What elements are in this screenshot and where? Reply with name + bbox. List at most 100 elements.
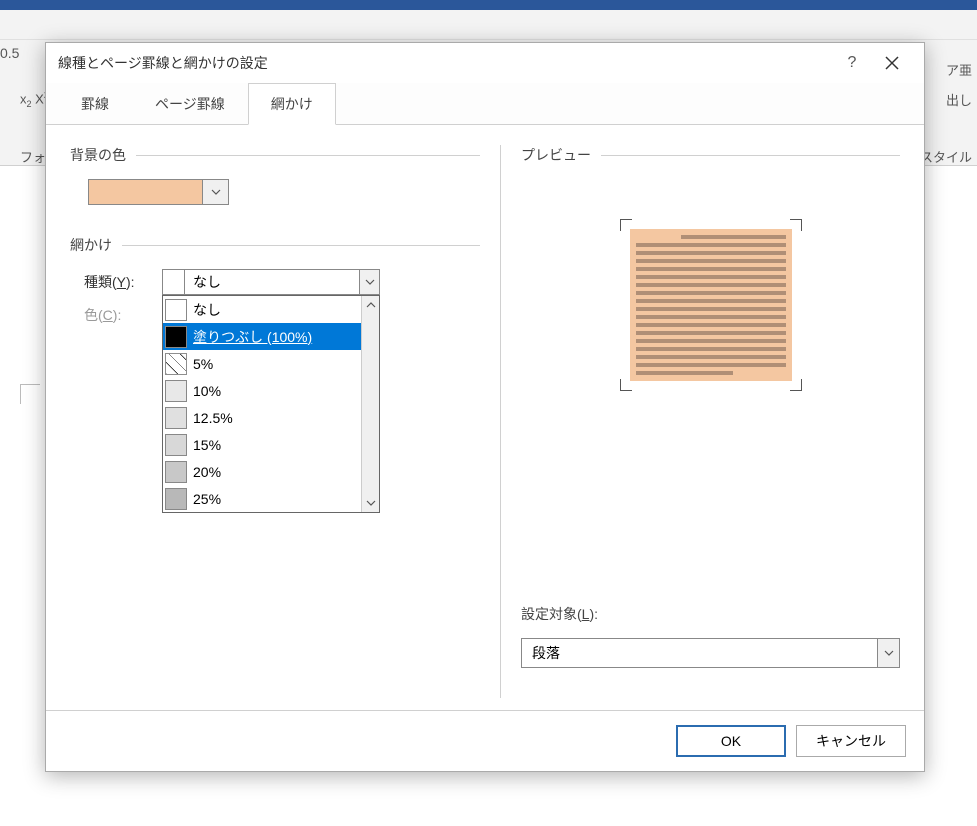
left-panel: 背景の色 網かけ 種類(Y): なし — [70, 145, 500, 698]
preview-line — [636, 355, 786, 359]
chevron-up-icon — [366, 302, 376, 308]
pattern-swatch-solid — [165, 326, 187, 348]
bg-color-row — [88, 179, 480, 205]
pattern-swatch-none — [165, 299, 187, 321]
apply-combo-value: 段落 — [522, 639, 877, 667]
preview-line — [636, 323, 786, 327]
type-combo-dropdown-button[interactable] — [359, 270, 379, 294]
preview-line — [636, 363, 786, 367]
preview-line — [681, 235, 786, 239]
dialog-titlebar: 線種とページ罫線と網かけの設定 ? — [46, 43, 924, 83]
preview-line — [636, 315, 786, 319]
preview-crop-mark — [790, 219, 802, 231]
cancel-button[interactable]: キャンセル — [796, 725, 906, 757]
list-item-label: 塗りつぶし (100%) — [193, 327, 312, 347]
help-button[interactable]: ? — [832, 43, 872, 83]
preview-line — [636, 371, 734, 375]
right-panel: プレビュー — [500, 145, 900, 698]
pattern-swatch-10 — [165, 380, 187, 402]
list-item-label: なし — [193, 300, 221, 320]
preview-line — [636, 299, 786, 303]
apply-section: 設定対象(L): 段落 — [521, 604, 900, 668]
preview-line — [636, 291, 786, 295]
type-combo-value: なし — [185, 270, 359, 294]
tab-borders[interactable]: 罫線 — [58, 83, 132, 125]
bg-color-swatch[interactable] — [88, 179, 203, 205]
preview-section-title: プレビュー — [521, 145, 900, 165]
close-icon — [885, 56, 899, 70]
preview-crop-mark — [620, 379, 632, 391]
dialog-tabs: 罫線 ページ罫線 網かけ — [46, 83, 924, 125]
pattern-swatch-15 — [165, 434, 187, 456]
scroll-up-button[interactable] — [362, 296, 380, 314]
preview-line — [636, 331, 786, 335]
preview-line — [636, 307, 786, 311]
list-item-label: 5% — [193, 356, 213, 372]
borders-shading-dialog: 線種とページ罫線と網かけの設定 ? 罫線 ページ罫線 網かけ 背景の色 網かけ — [45, 42, 925, 772]
preview-line — [636, 347, 786, 351]
dialog-body: 背景の色 網かけ 種類(Y): なし — [46, 125, 924, 710]
dialog-footer: OK キャンセル — [46, 710, 924, 771]
list-item[interactable]: 12.5% — [163, 404, 361, 431]
apply-label: 設定対象(L): — [521, 604, 900, 624]
pattern-swatch-125 — [165, 407, 187, 429]
type-row: 種類(Y): なし なし — [84, 269, 480, 295]
pattern-swatch-20 — [165, 461, 187, 483]
preview-crop-mark — [790, 379, 802, 391]
preview-label: プレビュー — [521, 145, 591, 165]
type-combo[interactable]: なし なし — [162, 269, 380, 295]
close-button[interactable] — [872, 43, 912, 83]
apply-combo[interactable]: 段落 — [521, 638, 900, 668]
tab-page-borders[interactable]: ページ罫線 — [132, 83, 248, 125]
preview-line — [636, 339, 786, 343]
chevron-down-icon — [365, 279, 375, 285]
list-item[interactable]: 15% — [163, 431, 361, 458]
scroll-track[interactable] — [362, 314, 379, 494]
pattern-swatch-5 — [165, 353, 187, 375]
preview-line — [636, 267, 786, 271]
ok-button[interactable]: OK — [676, 725, 786, 757]
font-size-fragment: 0.5 — [0, 45, 19, 61]
bg-color-dropdown-button[interactable] — [203, 179, 229, 205]
tab-shading[interactable]: 網かけ — [248, 83, 336, 125]
scroll-down-button[interactable] — [362, 494, 380, 512]
preview-line — [636, 275, 786, 279]
shading-label: 網かけ — [70, 235, 112, 255]
preview-text-lines — [636, 235, 786, 375]
list-item[interactable]: 5% — [163, 350, 361, 377]
preview-box — [630, 229, 792, 381]
type-combo-swatch — [163, 270, 185, 294]
list-item[interactable]: 10% — [163, 377, 361, 404]
list-item-label: 15% — [193, 437, 221, 453]
chevron-down-icon — [211, 189, 221, 195]
shading-section-title: 網かけ — [70, 235, 480, 255]
type-dropdown-list: なし 塗りつぶし (100%) 5% — [162, 295, 380, 513]
dropdown-scrollbar[interactable] — [361, 296, 379, 512]
preview-line — [636, 251, 786, 255]
apply-combo-dropdown-button[interactable] — [877, 639, 899, 667]
chevron-down-icon — [884, 650, 894, 656]
bg-color-label: 背景の色 — [70, 145, 126, 165]
bg-clear: ア亜 — [946, 60, 972, 79]
type-label: 種類(Y): — [84, 272, 162, 292]
dialog-title: 線種とページ罫線と網かけの設定 — [58, 53, 832, 73]
preview-line — [636, 259, 786, 263]
bg-style: スタイル — [920, 147, 972, 166]
list-item[interactable]: 25% — [163, 485, 361, 512]
preview-line — [636, 283, 786, 287]
preview-crop-mark — [620, 219, 632, 231]
preview-line — [636, 243, 786, 247]
pattern-swatch-25 — [165, 488, 187, 510]
bg-heading: 出し — [946, 90, 972, 109]
list-item[interactable]: 塗りつぶし (100%) — [163, 323, 361, 350]
ribbon-background — [0, 0, 977, 10]
list-item-label: 20% — [193, 464, 221, 480]
color-label: 色(C): — [84, 305, 162, 325]
chevron-down-icon — [366, 500, 376, 506]
list-item-label: 25% — [193, 491, 221, 507]
list-item[interactable]: なし — [163, 296, 361, 323]
ribbon-toolbar — [0, 10, 977, 40]
list-item[interactable]: 20% — [163, 458, 361, 485]
font-group-label: フォ — [20, 147, 46, 166]
list-item-label: 10% — [193, 383, 221, 399]
